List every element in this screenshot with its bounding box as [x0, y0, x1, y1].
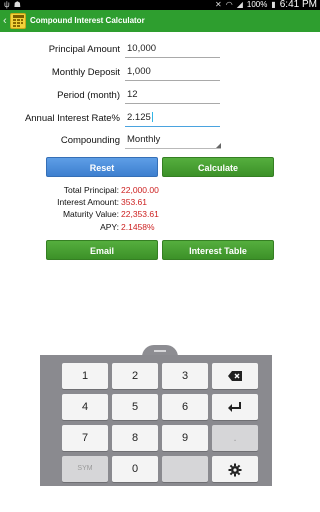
compounding-select[interactable]: Monthly [125, 131, 221, 149]
app-title: Compound Interest Calculator [30, 16, 145, 25]
apy-label: APY: [100, 222, 119, 232]
period-input[interactable]: 12 [125, 86, 220, 104]
mute-icon: ✕ [215, 0, 222, 9]
key-7[interactable]: 7 [62, 425, 108, 451]
apy-row: APY: 2.1458% [0, 221, 320, 233]
settings-key[interactable] [212, 456, 258, 482]
signal-icon: ◢ [236, 0, 243, 9]
sym-key[interactable]: SYM [62, 456, 108, 482]
interest-amount-label: Interest Amount: [57, 197, 119, 207]
android-debug-icon: ☗ [13, 0, 21, 9]
calculator-app-icon[interactable] [10, 13, 26, 29]
key-2[interactable]: 2 [112, 363, 158, 389]
interest-table-button[interactable]: Interest Table [162, 240, 274, 260]
monthly-deposit-row: Monthly Deposit 1,000 [0, 63, 320, 83]
status-bar: ψ ☗ ✕ ◠ ◢ 100% ▮ 6:41 PM [0, 0, 320, 10]
key-4[interactable]: 4 [62, 394, 108, 420]
key-1[interactable]: 1 [62, 363, 108, 389]
interest-amount-row: Interest Amount: 353.61 [0, 196, 320, 208]
key-8[interactable]: 8 [112, 425, 158, 451]
battery-icon: ▮ [271, 0, 276, 9]
action-bar: ‹ Compound Interest Calculator [0, 10, 320, 32]
monthly-deposit-input[interactable]: 1,000 [125, 63, 220, 81]
rate-input[interactable]: 2.125 [125, 109, 220, 127]
key-9[interactable]: 9 [162, 425, 208, 451]
total-principal-label: Total Principal: [63, 185, 119, 195]
rate-label: Annual Interest Rate% [24, 113, 120, 124]
numeric-keyboard: 1 2 3 4 5 6 7 8 9 . SYM 0 [40, 355, 272, 486]
key-0[interactable]: 0 [112, 456, 158, 482]
maturity-value-label: Maturity Value: [62, 209, 119, 219]
compounding-row: Compounding Monthly [0, 131, 320, 151]
text-cursor [151, 112, 153, 123]
period-label: Period (month) [57, 90, 120, 101]
key-dot[interactable]: . [212, 425, 258, 451]
back-chevron-icon[interactable]: ‹ [3, 14, 7, 28]
email-button[interactable]: Email [46, 240, 158, 260]
key-5[interactable]: 5 [112, 394, 158, 420]
apy-value: 2.1458% [121, 222, 155, 232]
total-principal-value: 22,000.00 [121, 185, 159, 195]
compounding-label: Compounding [60, 135, 120, 146]
period-row: Period (month) 12 [0, 86, 320, 106]
maturity-value-value: 22,353.61 [121, 209, 159, 219]
dropdown-corner-icon [216, 143, 221, 148]
usb-icon: ψ [4, 0, 10, 9]
principal-row: Principal Amount 10,000 [0, 40, 320, 60]
wifi-icon: ◠ [225, 0, 233, 9]
principal-label: Principal Amount [48, 44, 120, 55]
maturity-value-row: Maturity Value: 22,353.61 [0, 208, 320, 220]
backspace-key[interactable] [212, 363, 258, 389]
enter-icon [228, 402, 241, 412]
interest-amount-value: 353.61 [121, 197, 147, 207]
rate-row: Annual Interest Rate% 2.125 [0, 109, 320, 129]
total-principal-row: Total Principal: 22,000.00 [0, 184, 320, 196]
blank-key[interactable] [162, 456, 208, 482]
battery-percent: 100% [246, 0, 268, 9]
calculate-button[interactable]: Calculate [162, 157, 274, 177]
key-3[interactable]: 3 [162, 363, 208, 389]
reset-button[interactable]: Reset [46, 157, 158, 177]
enter-key[interactable] [212, 394, 258, 420]
gear-icon [228, 463, 242, 477]
backspace-icon [228, 371, 242, 381]
clock: 6:41 PM [279, 0, 317, 10]
monthly-deposit-label: Monthly Deposit [51, 67, 120, 78]
principal-input[interactable]: 10,000 [125, 40, 220, 58]
key-6[interactable]: 6 [162, 394, 208, 420]
